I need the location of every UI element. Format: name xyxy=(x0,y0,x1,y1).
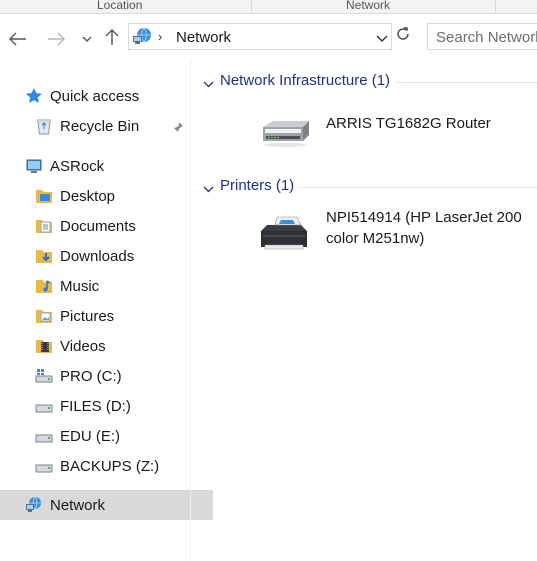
system-drive-icon xyxy=(35,367,53,385)
nav-label: Network xyxy=(50,496,106,514)
drive-icon xyxy=(35,457,53,475)
navigation-pane: Quick access Recycle Bin ASRock Desktop … xyxy=(0,60,213,561)
recycle-bin-icon xyxy=(35,117,53,135)
content-pane: Network Infrastructure (1) ARRIS TG1682G… xyxy=(191,60,537,561)
desktop-folder-icon xyxy=(35,187,53,205)
device-name: NPI514914 (HP LaserJet 200 color M251nw) xyxy=(326,209,522,247)
address-bar[interactable]: › Network xyxy=(128,23,392,50)
pin-icon[interactable] xyxy=(172,120,184,137)
ribbon-group-labels: Location Network xyxy=(0,0,537,14)
documents-folder-icon xyxy=(35,217,53,235)
arrow-left-icon xyxy=(9,32,26,46)
nav-label: ASRock xyxy=(50,157,105,175)
nav-label: Quick access xyxy=(50,87,140,105)
drive-icon xyxy=(35,427,53,445)
network-icon xyxy=(132,27,154,50)
nav-label: Downloads xyxy=(60,247,135,265)
group-title: Printers (1) xyxy=(220,177,295,194)
recent-locations-button[interactable] xyxy=(77,28,97,50)
downloads-folder-icon xyxy=(35,247,53,265)
chevron-down-icon xyxy=(82,36,92,42)
ribbon-group-location: Location xyxy=(97,0,143,12)
nav-label: Pictures xyxy=(60,307,115,325)
pictures-folder-icon xyxy=(35,307,53,325)
device-tile-printer[interactable]: NPI514914 (HP LaserJet 200 color M251nw) xyxy=(257,207,537,267)
group-header-network-infrastructure[interactable]: Network Infrastructure (1) xyxy=(191,72,537,94)
back-button[interactable] xyxy=(8,28,28,50)
music-folder-icon xyxy=(35,277,53,295)
nav-label: BACKUPS (Z:) xyxy=(60,457,160,475)
refresh-button[interactable] xyxy=(394,25,416,49)
nav-label: Music xyxy=(60,277,100,295)
nav-label: FILES (D:) xyxy=(60,397,131,415)
ribbon-group-network: Network xyxy=(346,0,391,12)
nav-label: EDU (E:) xyxy=(60,427,120,445)
group-title: Network Infrastructure (1) xyxy=(220,72,391,89)
address-toolbar: › Network Search Network xyxy=(0,14,537,60)
nav-item-network[interactable]: Network xyxy=(0,490,213,520)
device-tile-router[interactable]: ARRIS TG1682G Router xyxy=(257,113,537,173)
nav-item-this-pc[interactable]: ASRock xyxy=(0,151,213,181)
star-icon xyxy=(25,87,43,105)
arrow-up-icon xyxy=(105,29,119,45)
drive-icon xyxy=(35,397,53,415)
search-placeholder: Search Network xyxy=(436,29,537,46)
search-input[interactable]: Search Network xyxy=(427,23,537,50)
nav-item-quick-access[interactable]: Quick access xyxy=(0,81,213,111)
nav-label: Videos xyxy=(60,337,106,355)
printer-icon xyxy=(257,211,315,260)
videos-folder-icon xyxy=(35,337,53,355)
computer-icon xyxy=(25,157,43,175)
group-divider xyxy=(396,82,537,83)
nav-label: Recycle Bin xyxy=(60,117,140,135)
breadcrumb-network[interactable]: Network xyxy=(176,29,231,46)
address-history-dropdown[interactable] xyxy=(376,30,388,48)
network-icon xyxy=(25,496,43,514)
nav-label: Documents xyxy=(60,217,136,235)
group-divider xyxy=(299,187,537,188)
up-button[interactable] xyxy=(102,26,122,48)
refresh-icon xyxy=(397,27,409,40)
arrow-right-icon xyxy=(48,32,65,46)
device-name: ARRIS TG1682G Router xyxy=(326,115,491,132)
ribbon-separator xyxy=(251,0,252,13)
breadcrumb-chevron-icon[interactable]: › xyxy=(158,29,162,44)
nav-label: Desktop xyxy=(60,187,116,205)
chevron-down-icon[interactable] xyxy=(203,181,214,199)
ribbon-separator xyxy=(495,0,496,13)
chevron-down-icon[interactable] xyxy=(203,76,214,94)
nav-label: PRO (C:) xyxy=(60,367,122,385)
forward-button[interactable] xyxy=(46,28,66,50)
router-icon xyxy=(257,113,315,154)
chevron-down-icon xyxy=(376,35,388,42)
group-header-printers[interactable]: Printers (1) xyxy=(191,177,537,199)
